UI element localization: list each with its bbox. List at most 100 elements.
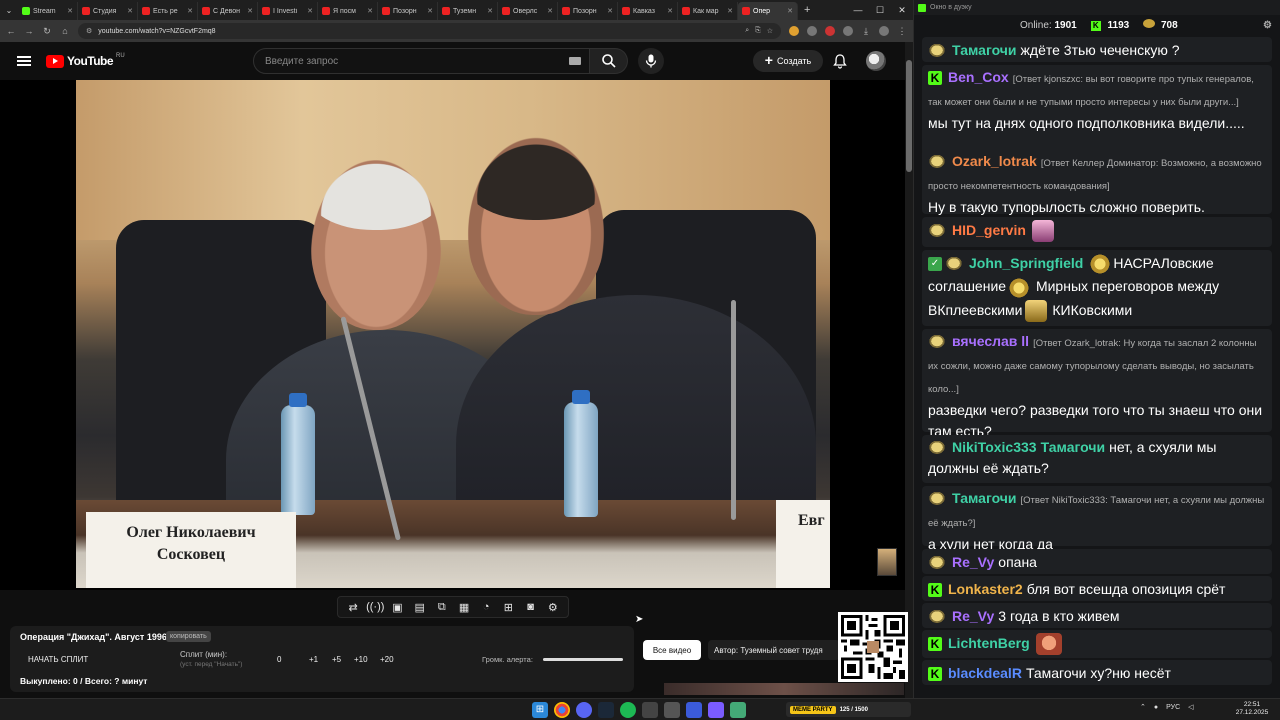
tab-close-icon[interactable]: ✕ [727,7,733,15]
broadcast-icon[interactable]: ((·)) [365,601,385,613]
chat-username[interactable]: Ben_Cox [948,69,1009,85]
meme-party-widget[interactable]: MEME PARTY 125 / 1500 [786,702,911,717]
extension-icon[interactable] [789,26,799,36]
speaker-icon[interactable]: ◁ [1188,703,1193,711]
browser-tab[interactable]: Я посм ✕ [318,2,378,20]
clapper-icon[interactable]: ▤ [410,601,430,614]
chat-username[interactable]: LichtenBerg [948,635,1030,651]
site-info-icon[interactable]: ⚙ [86,27,92,35]
search-button[interactable] [590,48,628,74]
alert-volume-slider[interactable] [543,658,623,661]
picture-in-picture-icon[interactable]: ⧉ [432,601,452,614]
camera-icon[interactable]: ◙ [521,601,541,613]
tab-close-icon[interactable]: ✕ [247,7,253,15]
reload-icon[interactable]: ↻ [42,26,52,37]
app-icon[interactable] [664,702,680,718]
tab-close-icon[interactable]: ✕ [427,7,433,15]
tab-close-icon[interactable]: ✕ [787,7,793,15]
maximize-icon[interactable]: ☐ [869,5,891,16]
minimize-icon[interactable]: — [847,5,869,16]
chat-username[interactable]: Re_Vy [952,608,994,624]
browser-tab[interactable]: Как мар ✕ [678,2,738,20]
menu-icon[interactable] [17,56,31,66]
spotify-icon[interactable] [620,702,636,718]
tab-close-icon[interactable]: ✕ [607,7,613,15]
back-icon[interactable]: ← [6,26,16,36]
chat-username[interactable]: Re_Vy [952,554,994,570]
browser-tab[interactable]: Опер ✕ [738,2,798,20]
start-split-button[interactable]: НАЧАТЬ СПЛИТ [28,655,88,664]
youtube-logo[interactable]: YouTube RU [46,53,125,68]
extensions-puzzle-icon[interactable] [843,26,853,36]
split-step-button[interactable]: +1 [309,655,318,664]
chevron-up-icon[interactable]: ⌃ [1140,703,1146,711]
language-indicator[interactable]: РУС [1166,704,1180,711]
forward-icon[interactable]: → [24,26,34,36]
download-icon[interactable]: ⤓ [861,26,871,37]
chat-username[interactable]: John_Springfield [969,255,1083,271]
tab-close-icon[interactable]: ✕ [187,7,193,15]
tab-close-icon[interactable]: ✕ [667,7,673,15]
video-settings-icon[interactable]: ▣ [387,601,407,614]
browser-tab[interactable]: Есть ре ✕ [138,2,198,20]
chat-username[interactable]: blackdealR [948,665,1022,681]
tab-close-icon[interactable]: ✕ [127,7,133,15]
repeat-icon[interactable]: ⇄ [343,601,363,614]
tab-close-icon[interactable]: ✕ [487,7,493,15]
chat-username[interactable]: NikiToxic333 [952,439,1037,455]
split-step-button[interactable]: +20 [380,655,394,664]
url-field[interactable]: ⚙ youtube.com/watch?v=NZGcvtF2mq8 ⌕ ⎘ ☆ [78,23,781,39]
browser-tab[interactable]: Позорн ✕ [378,2,438,20]
steam-icon[interactable] [598,702,614,718]
install-icon[interactable]: ⎘ [755,27,761,35]
notifications-bell-icon[interactable] [833,54,847,69]
tab-search-icon[interactable]: ⌄ [0,6,18,15]
browser-tab[interactable]: С Девон ✕ [198,2,258,20]
copy-badge[interactable]: копировать [166,631,211,642]
chat-username[interactable]: Lonkaster2 [948,581,1023,597]
tab-close-icon[interactable]: ✕ [547,7,553,15]
create-button[interactable]: + Создать [753,50,823,72]
video-player[interactable]: Олег Николаевич Сосковец Евг [0,80,905,590]
obs-icon[interactable] [642,702,658,718]
browser-tab[interactable]: Позорн ✕ [558,2,618,20]
chat-username[interactable]: Тамагочи [952,42,1017,58]
tab-close-icon[interactable]: ✕ [67,7,73,15]
start-icon[interactable]: ⊞ [532,702,548,718]
speed-icon[interactable]: ◔ [476,601,496,613]
split-step-button[interactable]: +10 [354,655,368,664]
close-window-icon[interactable]: ✕ [891,5,913,16]
browser-tab[interactable]: Студия ✕ [78,2,138,20]
video-mini-thumbnail[interactable] [877,548,897,576]
app-icon[interactable] [730,702,746,718]
media-player-icon[interactable] [686,702,702,718]
browser-tab[interactable]: Stream ✕ [18,2,78,20]
page-scrollbar[interactable] [905,42,913,698]
browser-tab[interactable]: Кавказ ✕ [618,2,678,20]
clock[interactable]: 22:51 27.12.2025 [1233,701,1271,717]
scrollbar-thumb[interactable] [906,60,912,172]
menu-dots-icon[interactable]: ⋮ [897,26,907,37]
browser-tab[interactable]: Оверлс ✕ [498,2,558,20]
split-step-button[interactable]: +5 [332,655,341,664]
chat-username[interactable]: HID_gervin [952,222,1026,238]
browser-tab[interactable]: I Investi ✕ [258,2,318,20]
new-tab-button[interactable]: + [804,4,810,16]
all-videos-button[interactable]: Все видео [643,640,701,660]
voice-search-button[interactable] [638,48,664,74]
split-step-button[interactable]: 0 [277,655,281,664]
add-timer-icon[interactable]: ⊞ [498,601,518,614]
keyboard-icon[interactable] [569,57,581,65]
bookmark-star-icon[interactable]: ☆ [767,27,773,35]
gear-icon[interactable]: ⚙ [543,601,563,614]
extension-icon[interactable] [825,26,835,36]
tab-close-icon[interactable]: ✕ [307,7,313,15]
chat-settings-icon[interactable]: ⚙ [1263,20,1272,31]
chrome-icon[interactable] [554,702,570,718]
account-avatar[interactable] [866,51,886,71]
search-input[interactable]: Введите запрос [253,48,590,74]
discord-icon[interactable] [576,702,592,718]
video-frame[interactable]: Олег Николаевич Сосковец Евг [76,80,830,588]
zoom-icon[interactable]: ⌕ [745,27,749,35]
browser-tab[interactable]: Туземн ✕ [438,2,498,20]
